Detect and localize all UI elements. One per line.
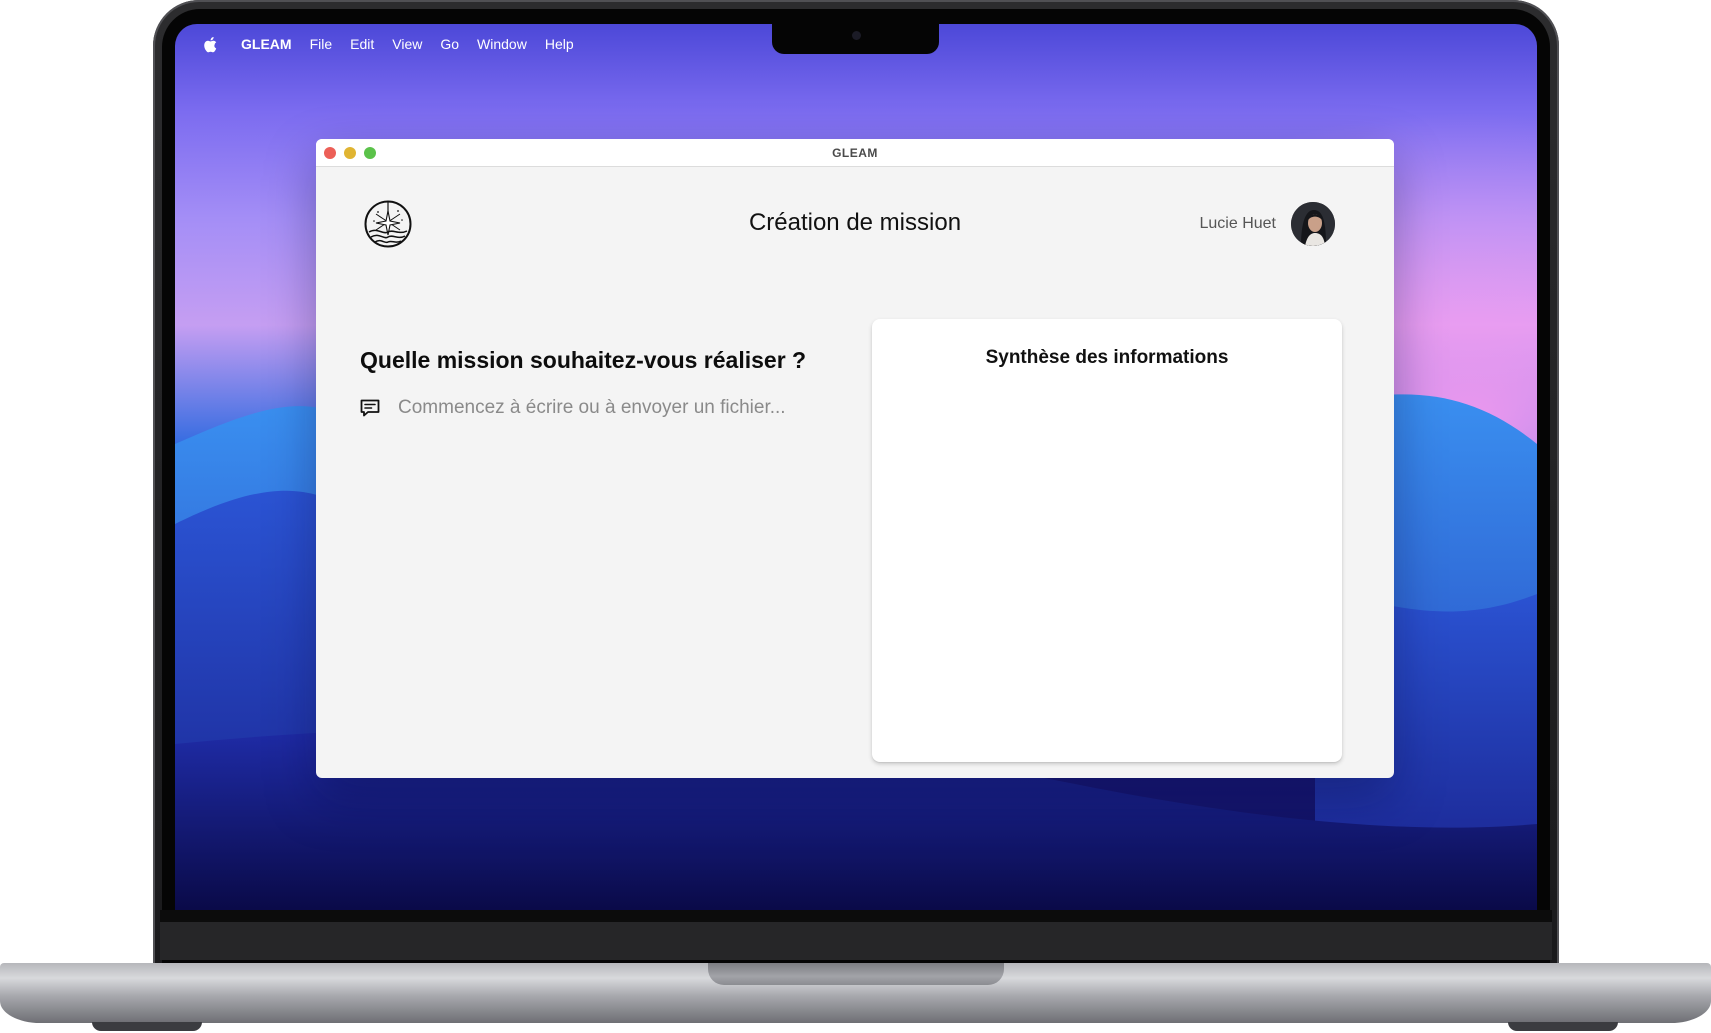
chat-icon [360,399,380,417]
menu-window[interactable]: Window [477,36,527,52]
close-button[interactable] [324,147,336,159]
maximize-button[interactable] [364,147,376,159]
laptop-chin [160,922,1552,960]
laptop-foot-left [92,1022,202,1031]
menu-go[interactable]: Go [440,36,459,52]
laptop-foot-right [1508,1022,1618,1031]
app-window: GLEAM Création de mission Lucie Huet Que… [316,139,1394,778]
menu-file[interactable]: File [310,36,333,52]
mission-question: Quelle mission souhaitez-vous réaliser ? [360,347,807,373]
camera-notch [772,24,939,54]
avatar-photo [1291,202,1335,246]
mission-input[interactable] [398,397,818,419]
window-titlebar[interactable]: GLEAM [316,139,1394,167]
apple-icon[interactable] [203,36,217,53]
menu-help[interactable]: Help [545,36,574,52]
minimize-button[interactable] [344,147,356,159]
menu-app-name[interactable]: GLEAM [241,36,292,52]
laptop-opening-notch [708,963,1004,985]
traffic-lights [324,147,376,159]
avatar[interactable] [1291,202,1335,246]
screen-bottom-edge [160,910,1552,922]
mission-input-row [359,397,818,419]
menu-view[interactable]: View [392,36,422,52]
camera-icon [852,31,861,40]
menu-edit[interactable]: Edit [350,36,374,52]
summary-card: Synthèse des informations [872,319,1342,762]
user-name[interactable]: Lucie Huet [1200,215,1277,233]
desktop-screen: GLEAM File Edit View Go Window Help GLEA… [175,24,1537,910]
summary-title: Synthèse des informations [985,347,1229,368]
app-header: Création de mission Lucie Huet [316,167,1394,285]
window-title: GLEAM [832,145,878,160]
